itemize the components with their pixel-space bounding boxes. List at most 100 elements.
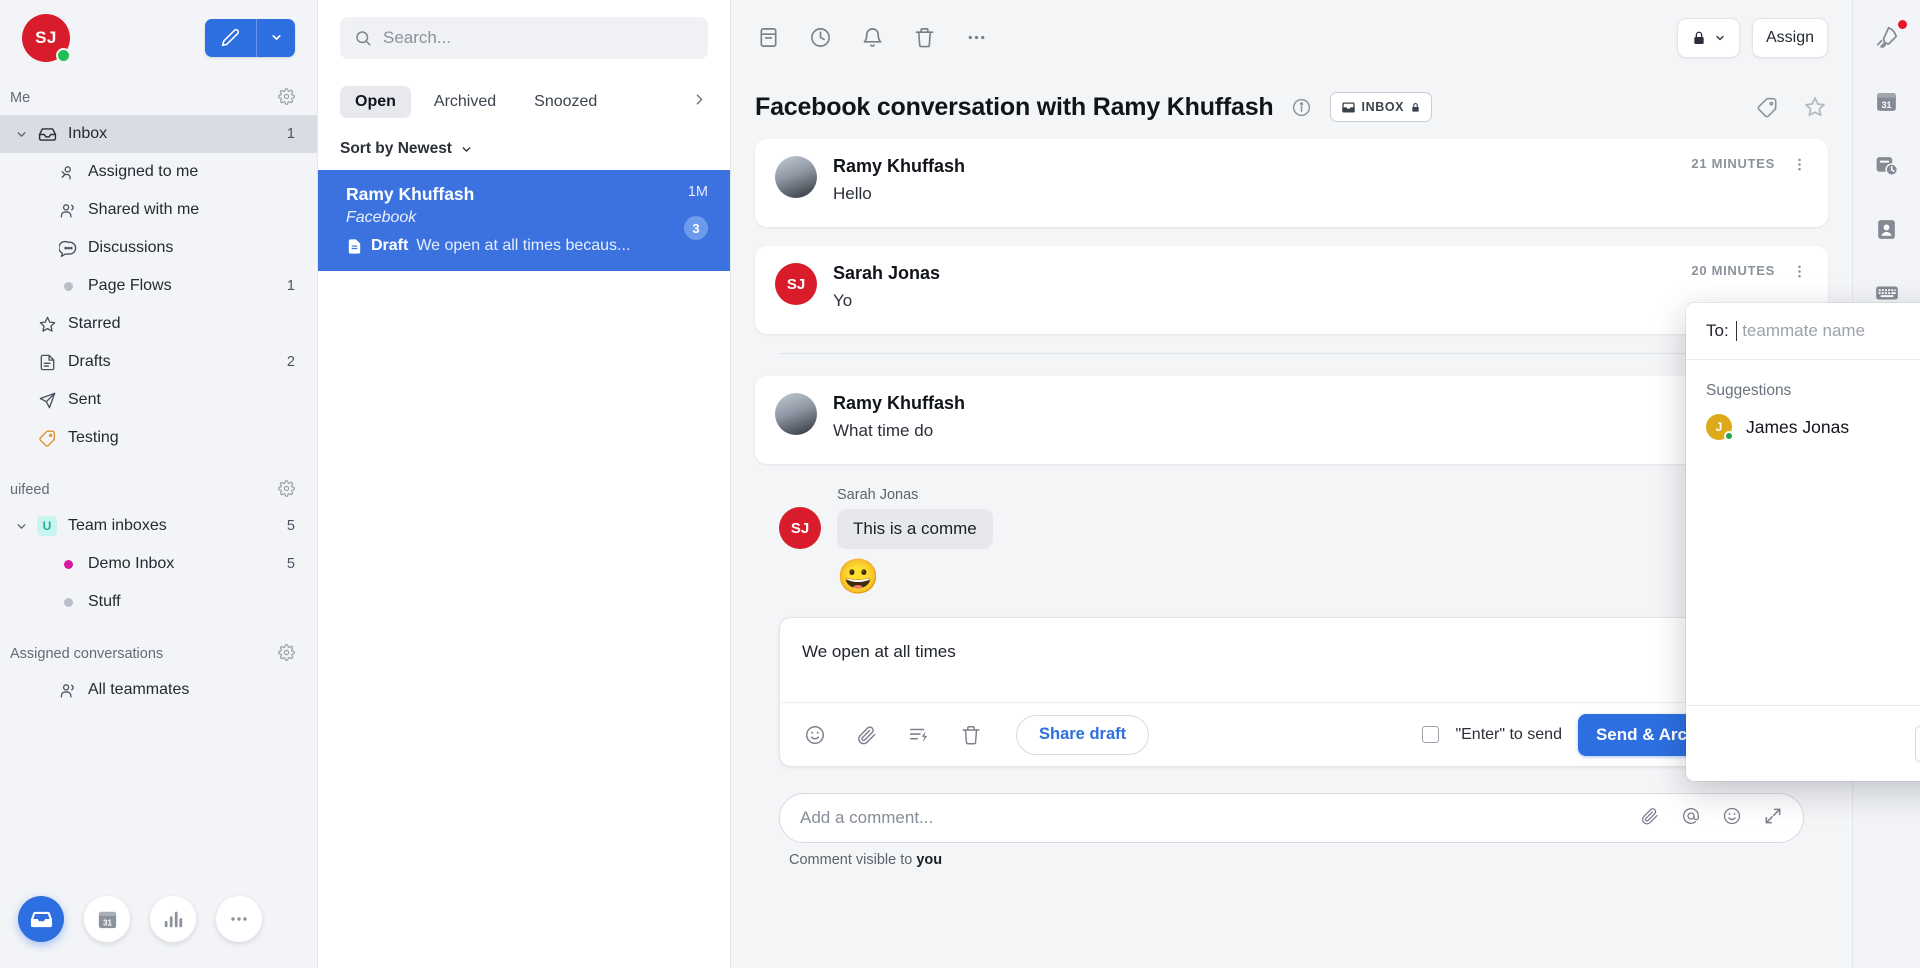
sidebar-item-discussions[interactable]: Discussions bbox=[0, 229, 317, 267]
sidebar-item-inbox[interactable]: Inbox 1 bbox=[0, 115, 317, 153]
sidebar-item-demo-inbox[interactable]: Demo Inbox 5 bbox=[0, 545, 317, 583]
emoji-icon[interactable] bbox=[1722, 806, 1742, 831]
calendar-app-button[interactable]: 31 bbox=[84, 896, 130, 942]
trash-icon[interactable] bbox=[911, 25, 937, 51]
visibility-lock-button[interactable] bbox=[1676, 17, 1740, 58]
conversation-time: 1M bbox=[687, 184, 708, 200]
sort-selector[interactable]: Sort by Newest bbox=[318, 128, 730, 170]
sidebar-item-label: Demo Inbox bbox=[88, 555, 175, 572]
sidebar-item-all-teammates[interactable]: All teammates bbox=[0, 671, 317, 709]
document-icon bbox=[348, 238, 361, 254]
sidebar-item-starred[interactable]: Starred bbox=[0, 305, 317, 343]
toolbar-right-group: Assign bbox=[1676, 17, 1828, 58]
mention-at-icon[interactable] bbox=[1681, 806, 1701, 831]
draft-composer: We open at all times Share draft "Enter"… bbox=[779, 617, 1804, 767]
list-filter-tabs: Open Archived Snoozed bbox=[318, 75, 730, 128]
emoji-icon[interactable] bbox=[802, 722, 828, 748]
lock-icon bbox=[1412, 102, 1419, 112]
tab-snoozed[interactable]: Snoozed bbox=[519, 86, 612, 118]
cancel-button[interactable]: Cancel bbox=[1914, 724, 1920, 763]
chevron-down-icon[interactable] bbox=[10, 520, 32, 533]
message-time: 20 MINUTES bbox=[1691, 263, 1775, 278]
message-author: Ramy Khuffash bbox=[833, 393, 966, 413]
bar-chart-icon bbox=[164, 911, 183, 928]
conversation-pane: Assign Facebook conversation with Ramy K… bbox=[731, 0, 1920, 968]
section-title: uifeed bbox=[10, 482, 50, 498]
ellipsis-icon[interactable] bbox=[963, 25, 989, 51]
paperclip-icon[interactable] bbox=[1640, 806, 1660, 831]
search-placeholder: Search... bbox=[383, 27, 452, 47]
tab-archived[interactable]: Archived bbox=[419, 86, 511, 118]
gear-icon[interactable] bbox=[278, 643, 295, 665]
calendar-31-icon[interactable]: 31 bbox=[1870, 84, 1904, 118]
reaction-emoji: 😀 bbox=[837, 558, 880, 596]
chevron-right-icon[interactable] bbox=[691, 91, 708, 113]
conversation-channel: Facebook bbox=[346, 209, 417, 226]
message-text: What time do bbox=[833, 421, 934, 440]
tag-icon[interactable] bbox=[1754, 94, 1780, 120]
gear-icon[interactable] bbox=[278, 479, 295, 501]
star-icon[interactable] bbox=[1802, 94, 1828, 120]
people-icon bbox=[54, 681, 82, 700]
add-comment-section: Add a comment... Comment visible to you bbox=[755, 767, 1828, 868]
archive-icon[interactable] bbox=[755, 25, 781, 51]
share-draft-button[interactable]: Share draft bbox=[1016, 714, 1150, 755]
message-item: Ramy Khuffash Hello 21 MINUTES bbox=[755, 139, 1828, 227]
sidebar-item-testing[interactable]: Testing bbox=[0, 419, 317, 457]
clock-snooze-icon[interactable] bbox=[807, 25, 833, 51]
trash-icon[interactable] bbox=[958, 722, 984, 748]
tab-open[interactable]: Open bbox=[340, 85, 411, 118]
info-icon[interactable] bbox=[1289, 94, 1315, 120]
paperclip-icon[interactable] bbox=[854, 722, 880, 748]
share-draft-label: Share draft bbox=[1039, 725, 1127, 743]
expand-icon[interactable] bbox=[1763, 806, 1783, 831]
suggestions-title: Suggestions bbox=[1706, 382, 1792, 399]
inbox-chip[interactable]: INBOX bbox=[1329, 92, 1433, 122]
sidebar-item-stuff[interactable]: Stuff bbox=[0, 583, 317, 621]
avatar[interactable]: SJ bbox=[22, 13, 71, 63]
sidebar-item-sent[interactable]: Sent bbox=[0, 381, 317, 419]
insert-snippet-icon[interactable] bbox=[906, 722, 932, 748]
compose-button[interactable] bbox=[205, 18, 257, 57]
sidebar-nav: Me Inbox 1 Assigned to me Shared with me… bbox=[0, 75, 317, 870]
app-dock: 31 bbox=[0, 870, 317, 968]
sidebar-item-label: Testing bbox=[68, 429, 119, 446]
invite-to-field[interactable]: To: teammate name bbox=[1686, 303, 1920, 360]
sidebar-item-team-inboxes[interactable]: U Team inboxes 5 bbox=[0, 507, 317, 545]
sidebar-item-drafts[interactable]: Drafts 2 bbox=[0, 343, 317, 381]
compose-dropdown-button[interactable] bbox=[257, 18, 295, 57]
message-body: Sarah Jonas Yo bbox=[833, 263, 1675, 317]
rocket-icon[interactable] bbox=[1870, 20, 1907, 54]
chevron-down-icon[interactable] bbox=[10, 128, 32, 141]
message-menu-button[interactable] bbox=[1791, 263, 1808, 283]
suggestion-item[interactable]: J James Jonas bbox=[1706, 414, 1920, 441]
sidebar-item-label: Discussions bbox=[88, 239, 174, 256]
message-meta: 21 MINUTES bbox=[1691, 156, 1808, 210]
svg-text:31: 31 bbox=[102, 918, 112, 927]
message-time: 21 MINUTES bbox=[1691, 156, 1775, 171]
compose-button-group[interactable] bbox=[205, 18, 295, 57]
assign-button[interactable]: Assign bbox=[1751, 17, 1828, 58]
conversation-list-item[interactable]: Ramy Khuffash 1M Facebook Draft We open … bbox=[318, 170, 730, 271]
inbox-app-button[interactable] bbox=[18, 896, 64, 942]
more-apps-button[interactable] bbox=[216, 896, 262, 942]
history-clock-icon[interactable] bbox=[1870, 148, 1904, 182]
sidebar-item-assigned-to-me[interactable]: Assigned to me bbox=[0, 153, 317, 191]
sidebar-item-shared-with-me[interactable]: Shared with me bbox=[0, 191, 317, 229]
sidebar-item-page-flows[interactable]: Page Flows 1 bbox=[0, 267, 317, 305]
search-input[interactable]: Search... bbox=[340, 16, 708, 59]
contact-card-icon[interactable] bbox=[1870, 212, 1904, 246]
tag-icon bbox=[32, 429, 62, 448]
bell-icon[interactable] bbox=[859, 25, 885, 51]
suggestion-name: James Jonas bbox=[1746, 416, 1850, 437]
message-menu-button[interactable] bbox=[1791, 156, 1808, 176]
draft-text-area[interactable]: We open at all times bbox=[780, 618, 1803, 702]
message-author: Sarah Jonas bbox=[833, 263, 941, 283]
add-comment-input[interactable]: Add a comment... bbox=[779, 793, 1804, 843]
enter-to-send-checkbox[interactable] bbox=[1422, 726, 1440, 743]
sort-label: Sort by Newest bbox=[340, 140, 452, 157]
analytics-app-button[interactable] bbox=[150, 896, 196, 942]
gear-icon[interactable] bbox=[278, 87, 295, 109]
message-body: Ramy Khuffash What time do bbox=[833, 393, 1693, 447]
